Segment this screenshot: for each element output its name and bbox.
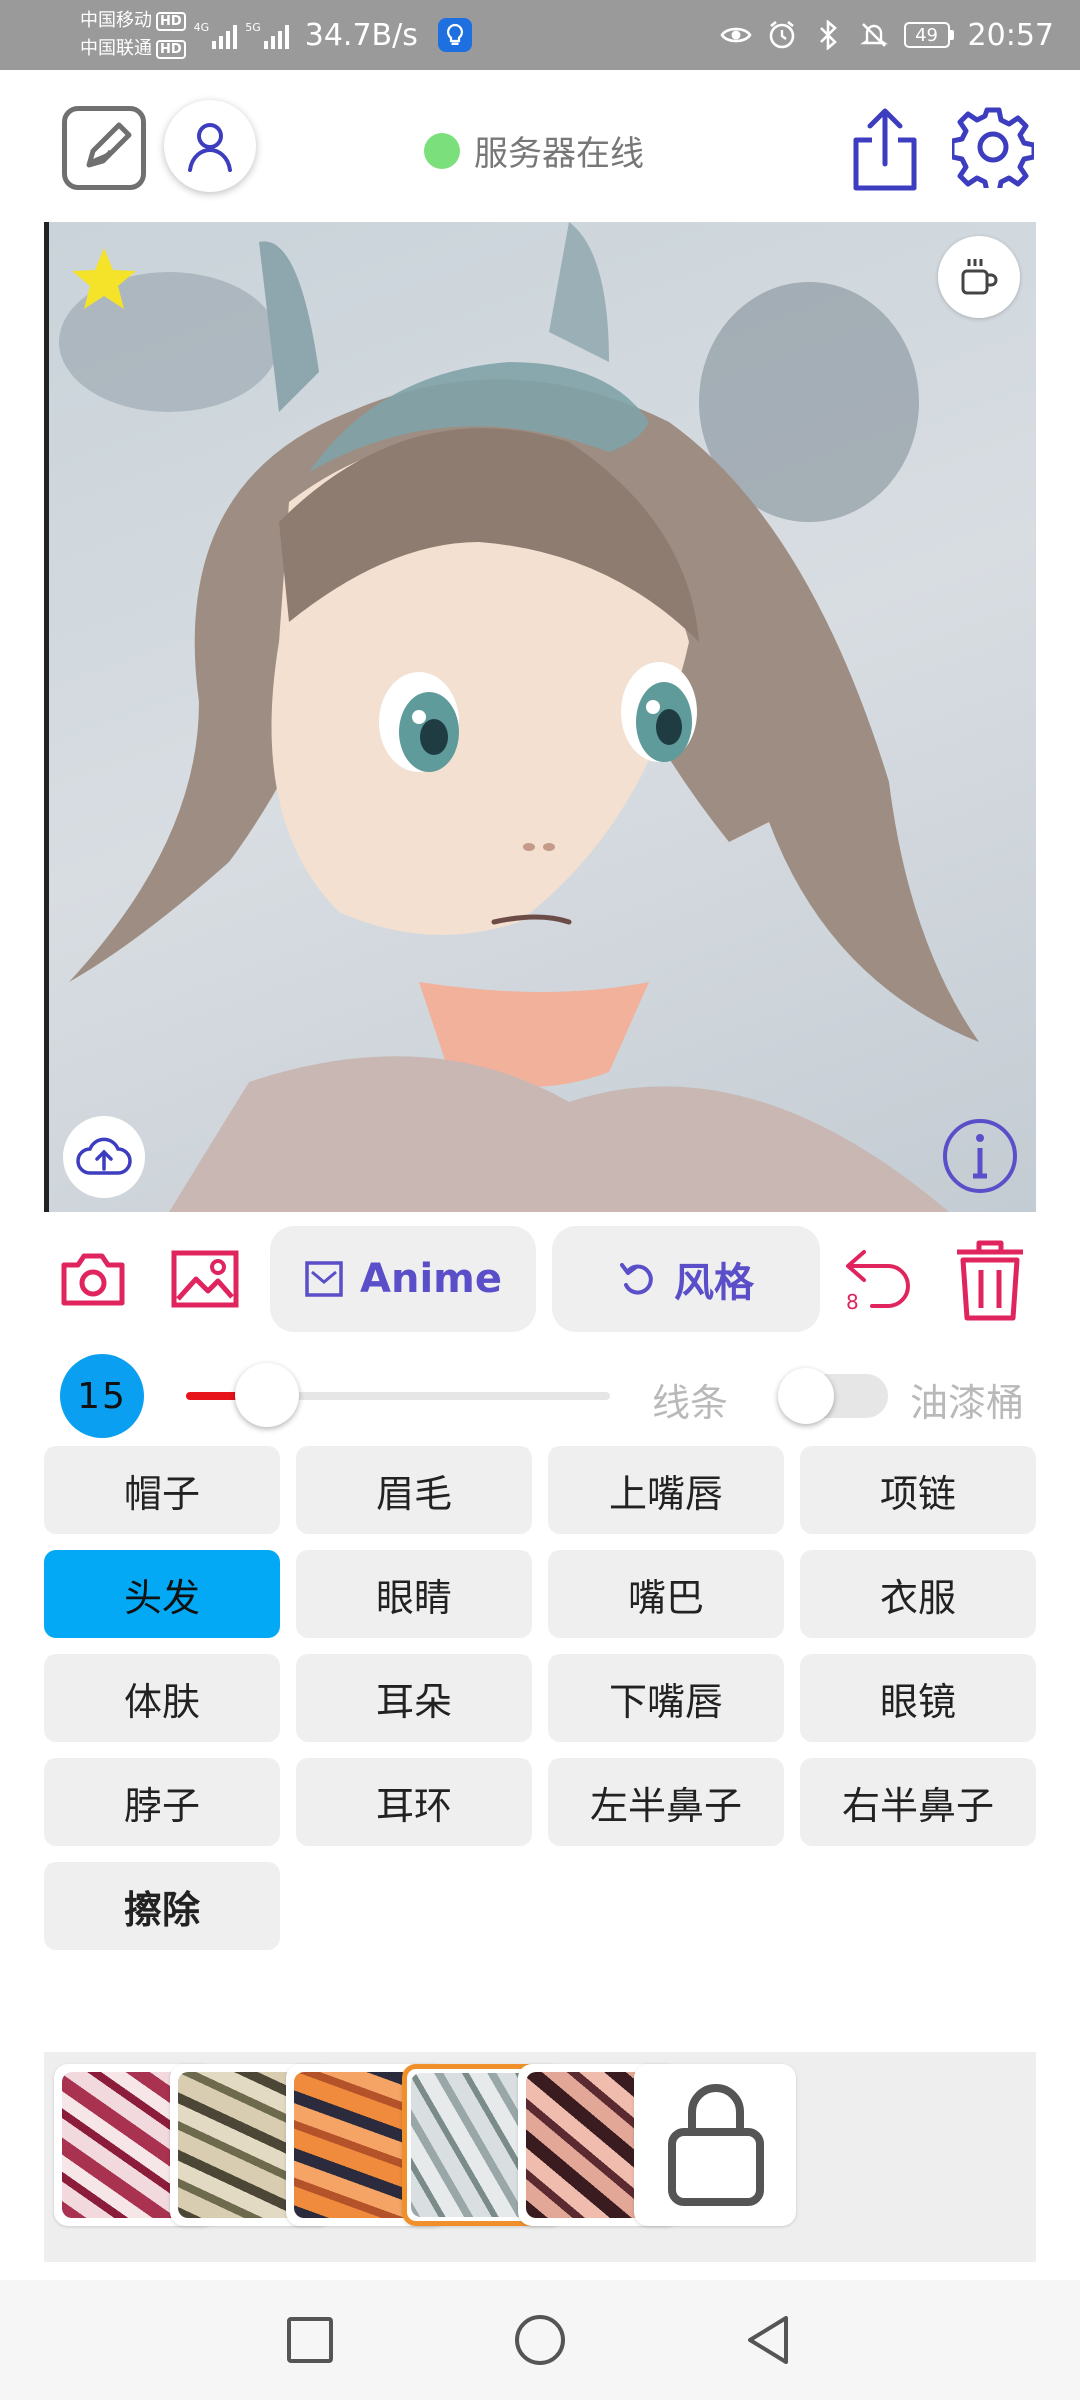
circle-icon <box>515 2315 565 2365</box>
server-status: 服务器在线 <box>424 126 644 175</box>
pencil-square-icon <box>86 122 132 168</box>
part-button[interactable]: 嘴巴 <box>548 1550 784 1638</box>
style-thumbnail-strip[interactable] <box>44 2052 1036 2262</box>
style-label: 风格 <box>674 1260 754 1306</box>
network-1-label: 4G <box>193 21 210 34</box>
bluetooth-icon <box>812 19 844 51</box>
recent-apps-button[interactable] <box>280 2310 340 2370</box>
image-icon <box>171 1250 239 1308</box>
undo-count: 8 <box>846 1290 859 1314</box>
info-button[interactable] <box>940 1116 1020 1196</box>
eye-icon <box>719 19 752 51</box>
face-parts-grid: 帽子 眉毛 上嘴唇 项链头发 眼睛 嘴巴 衣服体肤 耳朵 下嘴唇 眼镜脖子 耳环 左半鼻子 右半鼻子擦除 <box>44 1446 1036 1950</box>
carrier-info: 中国移动 HD 中国联通 HD <box>80 7 186 63</box>
camera-icon <box>61 1253 125 1306</box>
part-button[interactable]: 衣服 <box>800 1550 1036 1638</box>
square-icon <box>287 2317 333 2363</box>
gear-icon <box>949 107 1037 195</box>
info-icon <box>943 1119 1017 1193</box>
coffee-cup-icon <box>961 259 998 295</box>
brush-size-thumb[interactable] <box>234 1363 299 1427</box>
cloud-upload-button[interactable] <box>63 1116 145 1198</box>
part-button[interactable]: 体肤 <box>44 1654 280 1742</box>
anime-model-button[interactable]: Anime <box>270 1226 536 1332</box>
toggle-knob <box>778 1368 834 1424</box>
hd-badge-1: HD <box>156 11 186 31</box>
brush-size-badge: 15 <box>60 1354 144 1438</box>
system-nav-bar <box>0 2280 1080 2400</box>
camera-button[interactable] <box>58 1244 128 1314</box>
server-status-label: 服务器在线 <box>474 134 644 174</box>
part-button[interactable]: 项链 <box>800 1446 1036 1534</box>
mute-bell-icon <box>858 19 890 51</box>
user-button[interactable] <box>164 100 256 192</box>
part-button[interactable]: 帽子 <box>44 1446 280 1534</box>
trash-icon <box>957 1240 1023 1321</box>
star-icon <box>72 248 136 309</box>
brush-size-slider[interactable] <box>186 1363 610 1427</box>
anime-portrait-image <box>59 222 979 1212</box>
part-button[interactable]: 脖子 <box>44 1758 280 1846</box>
alarm-icon <box>766 19 798 51</box>
user-icon <box>188 123 232 172</box>
network-2-label: 5G <box>245 21 261 34</box>
part-button[interactable]: 下嘴唇 <box>548 1654 784 1742</box>
app-header: 服务器在线 <box>0 70 1080 220</box>
signal-1-icon: 4G <box>194 21 238 49</box>
carrier-2-label: 中国联通 <box>80 38 152 59</box>
status-bar: 中国移动 HD 中国联通 HD 4G 5G 34.7B/s 49 20:57 <box>0 0 1080 70</box>
toolbar: Anime 风格 8 <box>0 1224 1080 1334</box>
anime-model-label: Anime <box>360 1256 502 1302</box>
paint-bucket-label: 油漆桶 <box>910 1381 1025 1425</box>
brush-controls: 15 线条 油漆桶 <box>0 1340 1080 1440</box>
hd-badge-2: HD <box>156 39 186 59</box>
part-button[interactable]: 眼镜 <box>800 1654 1036 1742</box>
part-button[interactable]: 耳朵 <box>296 1654 532 1742</box>
part-button[interactable]: 眉毛 <box>296 1446 532 1534</box>
part-button[interactable]: 上嘴唇 <box>548 1446 784 1534</box>
server-online-dot <box>424 132 460 169</box>
triangle-back-icon <box>748 2316 788 2364</box>
favorite-button[interactable] <box>69 244 139 314</box>
style-thumb-locked[interactable] <box>634 2064 796 2226</box>
part-button[interactable]: 眼睛 <box>296 1550 532 1638</box>
part-button[interactable]: 耳环 <box>296 1758 532 1846</box>
sketch-mode-button[interactable] <box>62 106 146 190</box>
delete-button[interactable] <box>950 1238 1030 1322</box>
signal-2-icon: 5G <box>245 21 289 49</box>
home-button[interactable] <box>510 2310 570 2370</box>
share-button[interactable] <box>848 106 922 192</box>
part-button[interactable]: 头发 <box>44 1550 280 1638</box>
part-button[interactable]: 左半鼻子 <box>548 1758 784 1846</box>
gallery-button[interactable] <box>170 1244 240 1314</box>
rotate-ccw-icon <box>620 1263 653 1295</box>
part-button[interactable]: 右半鼻子 <box>800 1758 1036 1846</box>
network-speed: 34.7B/s <box>304 17 418 53</box>
settings-button[interactable] <box>949 106 1037 195</box>
coffee-button[interactable] <box>938 236 1020 318</box>
lock-icon <box>668 2084 764 2206</box>
line-mode-label: 线条 <box>652 1381 729 1425</box>
carrier-1-label: 中国移动 <box>80 10 152 31</box>
cloud-upload-icon <box>76 1137 132 1175</box>
battery-icon: 49 <box>903 22 954 48</box>
back-button[interactable] <box>740 2310 800 2370</box>
part-button[interactable]: 擦除 <box>44 1862 280 1950</box>
clock: 20:57 <box>967 17 1054 53</box>
lightbulb-icon <box>437 18 472 52</box>
share-icon <box>853 108 917 191</box>
drawing-canvas[interactable] <box>44 222 1036 1212</box>
paint-bucket-toggle[interactable] <box>778 1368 888 1424</box>
style-button[interactable]: 风格 <box>552 1226 820 1332</box>
battery-level: 49 <box>903 22 950 48</box>
checkbox-mail-icon <box>305 1261 343 1297</box>
